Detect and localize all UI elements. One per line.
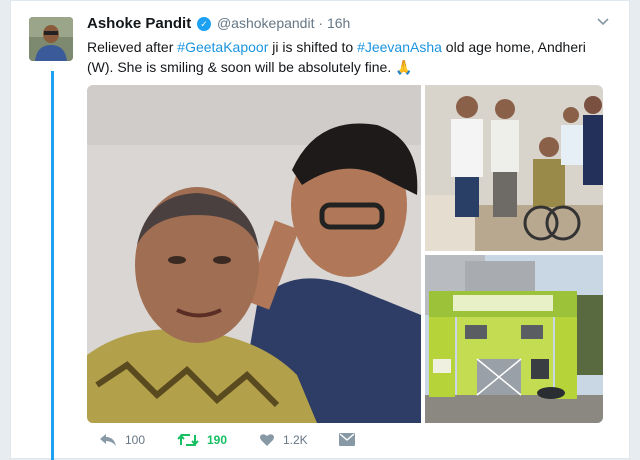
media-grid: [87, 85, 603, 423]
retweet-icon[interactable]: [177, 433, 199, 447]
verified-badge-icon: ✓: [197, 17, 212, 31]
retweet-count: 190: [207, 433, 228, 447]
author-name[interactable]: Ashoke Pandit: [87, 15, 191, 32]
like-action[interactable]: 1.2K: [259, 433, 308, 447]
envelope-icon[interactable]: [339, 433, 355, 446]
author-handle[interactable]: @ashokepandit: [217, 15, 315, 31]
avatar[interactable]: [29, 17, 73, 61]
media-photo-selfie[interactable]: [87, 85, 421, 423]
hashtag-link[interactable]: #GeetaKapoor: [177, 39, 268, 55]
like-count: 1.2K: [283, 433, 308, 447]
hashtag-link[interactable]: #JeevanAsha: [357, 39, 442, 55]
separator-dot: ·: [318, 15, 324, 31]
media-photo-group[interactable]: [425, 85, 603, 251]
tweet-actions: 100 190 1.2K: [87, 433, 607, 453]
tweet-text-part: Relieved after: [87, 39, 178, 55]
dm-action[interactable]: [339, 433, 355, 446]
tweet-card[interactable]: Ashoke Pandit ✓ @ashokepandit · 16h Reli…: [10, 0, 630, 460]
retweet-action[interactable]: 190: [177, 433, 227, 447]
conversation-thread-line: [51, 71, 54, 460]
reply-action[interactable]: 100: [99, 433, 145, 447]
tweet-text: Relieved after #GeetaKapoor ji is shifte…: [87, 37, 607, 77]
tweet-header: Ashoke Pandit ✓ @ashokepandit · 16h: [87, 15, 350, 32]
tweet-text-part: ji is shifted to: [268, 39, 358, 55]
folded-hands-emoji: 🙏: [395, 59, 413, 75]
timestamp[interactable]: 16h: [327, 15, 350, 31]
reply-icon[interactable]: [99, 433, 117, 447]
heart-icon[interactable]: [259, 433, 275, 447]
reply-count: 100: [125, 433, 146, 447]
chevron-down-icon[interactable]: [597, 15, 609, 29]
media-photo-building[interactable]: [425, 255, 603, 423]
